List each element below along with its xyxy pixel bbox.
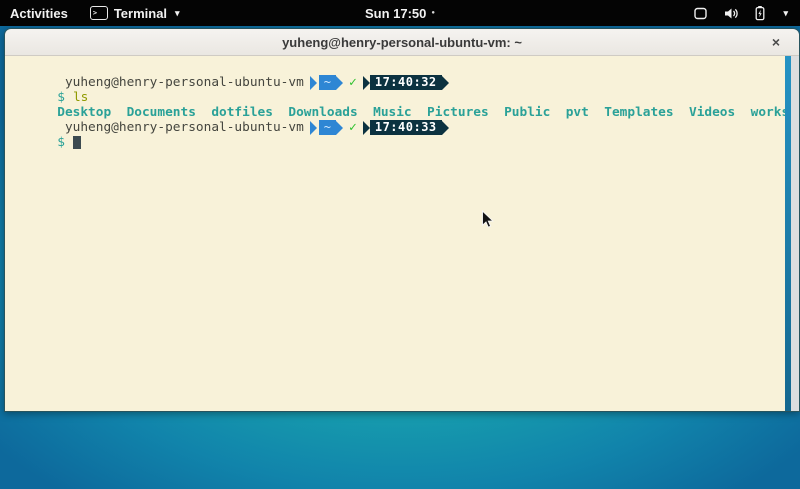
powerline-arrow-icon: [442, 121, 449, 135]
system-menu-chevron-icon: ▾: [783, 8, 788, 19]
prompt-path: ~: [319, 120, 336, 135]
status-check-icon: ✓: [349, 120, 357, 135]
prompt-line-1: yuheng@henry-personal-ubuntu-vm~✓17:40:3…: [11, 60, 783, 75]
scrollbar-track[interactable]: [791, 56, 799, 411]
terminal-content[interactable]: yuheng@henry-personal-ubuntu-vm ~ ✓ 17:40:3…: [5, 56, 799, 411]
chevron-down-icon: ▾: [175, 8, 180, 19]
powerline-arrow-icon: [336, 121, 343, 135]
powerline-segment: ~ ✓ 17:40:33: [310, 120, 449, 135]
powerline-arrow-icon: [363, 121, 370, 135]
activities-button[interactable]: Activities: [10, 6, 68, 21]
prompt-dollar: $: [57, 135, 65, 150]
notification-dot-icon: ●: [431, 10, 435, 16]
powerline-arrow-icon: [336, 76, 343, 90]
powerline-arrow-icon: [363, 76, 370, 90]
powerline-segment: ~ ✓ 17:40:32: [310, 75, 449, 90]
close-button[interactable]: ×: [767, 33, 785, 51]
system-status-area[interactable]: ▾: [693, 5, 800, 21]
volume-icon: [723, 6, 739, 21]
powerline-arrow-icon: [310, 76, 317, 90]
battery-charging-icon: [754, 5, 766, 21]
prompt-timestamp: 17:40:33: [370, 120, 442, 135]
app-menu-label: Terminal: [114, 6, 167, 21]
ls-output-line: Desktop Documents dotfiles Downloads Mus…: [11, 90, 783, 105]
app-menu-terminal[interactable]: > Terminal ▾: [90, 6, 180, 21]
top-bar: Activities > Terminal ▾ Sun 17:50 ●: [0, 0, 800, 26]
window-titlebar[interactable]: yuheng@henry-personal-ubuntu-vm: ~ ×: [5, 29, 799, 56]
terminal-cursor[interactable]: [73, 136, 81, 149]
prompt-hostname: yuheng@henry-personal-ubuntu-vm: [57, 120, 304, 135]
powerline-arrow-icon: [442, 76, 449, 90]
directory-list: Desktop Documents dotfiles Downloads Mus…: [57, 105, 800, 120]
prompt-hostname: yuheng@henry-personal-ubuntu-vm: [57, 75, 304, 90]
prompt-timestamp: 17:40:32: [370, 75, 442, 90]
terminal-icon: >: [90, 6, 108, 20]
command-text: ls: [73, 90, 88, 105]
prompt-dollar: $: [57, 90, 65, 105]
prompt-path: ~: [319, 75, 336, 90]
powerline-arrow-icon: [310, 121, 317, 135]
network-icon: [693, 6, 708, 21]
clock-label[interactable]: Sun 17:50: [365, 6, 426, 21]
status-check-icon: ✓: [349, 75, 357, 90]
window-title: yuheng@henry-personal-ubuntu-vm: ~: [282, 35, 522, 50]
scrollbar[interactable]: [785, 56, 799, 411]
terminal-window: yuheng@henry-personal-ubuntu-vm: ~ × yuh…: [4, 28, 800, 412]
